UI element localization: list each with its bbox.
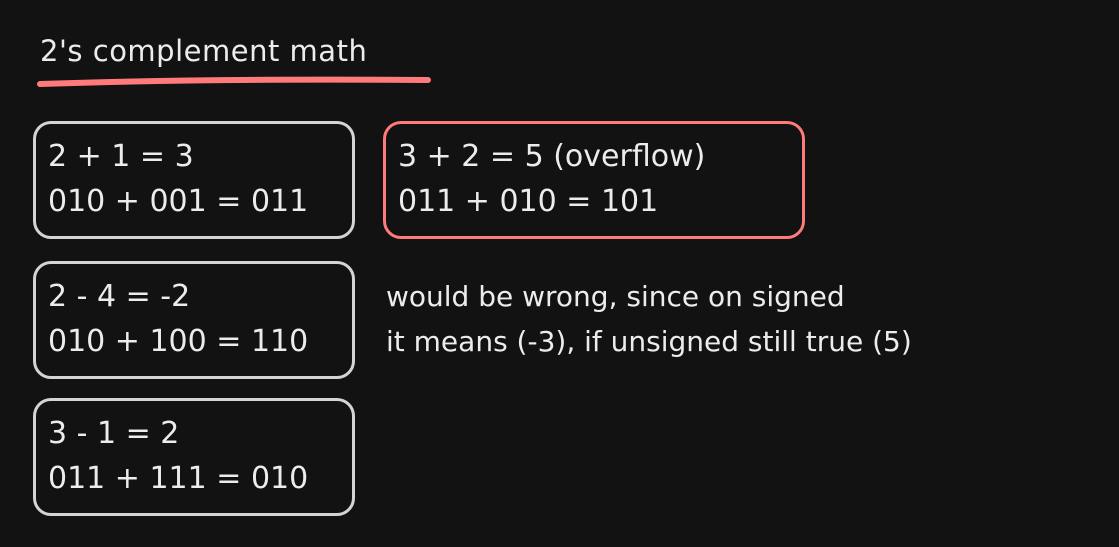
equation-box-subtract-wrong: 2 - 4 = -2 010 + 100 = 110 — [33, 261, 355, 379]
page-title: 2's complement math — [40, 34, 368, 68]
note-line: it means (-3), if unsigned still true (5… — [386, 325, 912, 358]
equation-binary: 010 + 100 = 110 — [48, 324, 309, 359]
equation-box-overflow: 3 + 2 = 5 (overflow) 011 + 010 = 101 — [383, 121, 805, 239]
equation-binary: 011 + 111 = 010 — [48, 461, 309, 496]
explanation-note: would be wrong, since on signed it means… — [386, 274, 912, 364]
title-underline — [37, 76, 431, 87]
note-line: would be wrong, since on signed — [386, 280, 845, 313]
equation-decimal: 2 + 1 = 3 — [48, 139, 194, 174]
equation-decimal: 3 + 2 = 5 (overflow) — [398, 139, 706, 174]
equation-binary: 010 + 001 = 011 — [48, 184, 309, 219]
equation-box-add: 2 + 1 = 3 010 + 001 = 011 — [33, 121, 355, 239]
equation-binary: 011 + 010 = 101 — [398, 184, 659, 219]
equation-decimal: 3 - 1 = 2 — [48, 416, 180, 451]
equation-box-subtract: 3 - 1 = 2 011 + 111 = 010 — [33, 398, 355, 516]
equation-decimal: 2 - 4 = -2 — [48, 279, 191, 314]
